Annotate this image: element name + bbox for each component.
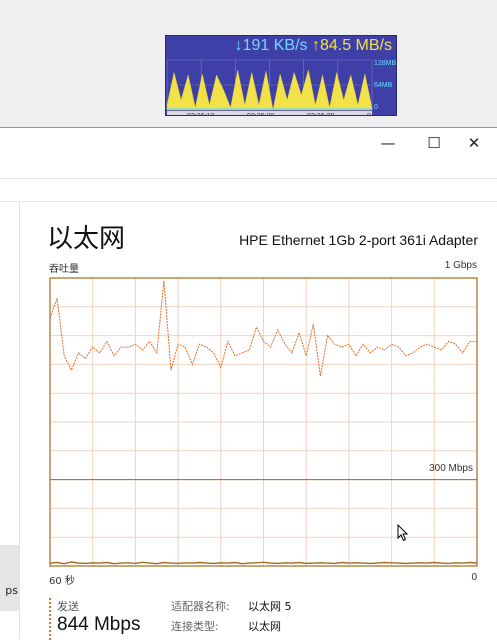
minimize-button[interactable]: — — [365, 128, 411, 158]
network-speed-widget: ↓191 KB/s ↑84.5 MB/s 128MB 64MB 0 03:36:10 0… — [165, 35, 397, 116]
connection-type-key: 连接类型: — [171, 620, 219, 633]
widget-time-label: 03:36:20 — [247, 113, 274, 116]
maximize-icon: ☐ — [427, 134, 441, 152]
network-speed-graph: 128MB 64MB 0 03:36:10 03:36:20 03:36:30 0 — [166, 58, 397, 116]
y-axis-label: 吞吐量 — [49, 264, 79, 275]
task-manager-window: — ☐ ✕ 秒 ps 以太网 HPE Ethernet 1Gb 2-port 3… — [0, 127, 497, 640]
widget-scale-label: 128MB — [374, 60, 397, 67]
send-label: 发送 — [57, 600, 79, 613]
mouse-cursor-icon — [397, 524, 409, 542]
title-bar: — ☐ ✕ — [0, 128, 497, 158]
adapter-name-key: 适配器名称: — [171, 600, 230, 613]
widget-time-label: 0 — [367, 113, 371, 116]
minimize-icon: — — [380, 134, 396, 152]
throughput-chart — [49, 277, 478, 567]
download-speed: ↓191 KB/s — [234, 37, 308, 54]
widget-scale-label: 0 — [374, 104, 378, 111]
widget-time-label: 03:36:10 — [187, 113, 214, 116]
y-axis-max-label: 1 Gbps — [444, 260, 477, 271]
sidebar: 秒 — [0, 202, 20, 639]
upload-speed: ↑84.5 MB/s — [311, 37, 392, 54]
send-value: 844 Mbps — [57, 614, 141, 635]
close-button[interactable]: ✕ — [451, 128, 497, 158]
widget-time-label: 03:36:30 — [307, 113, 334, 116]
desktop-strip: ↓191 KB/s ↑84.5 MB/s 128MB 64MB 0 03:36:10 0… — [0, 0, 497, 127]
sidebar-item-ethernet[interactable] — [0, 545, 19, 611]
page-title: 以太网 — [47, 224, 126, 254]
sidebar-item-label: ps — [5, 584, 18, 597]
x-axis-right-label: 0 — [471, 572, 477, 583]
adapter-name-value: 以太网 5 — [248, 600, 292, 613]
connection-type-value: 以太网 — [248, 620, 281, 633]
menu-bar — [0, 158, 497, 179]
x-axis-left-label: 60 秒 — [49, 576, 75, 587]
send-legend-marker — [49, 598, 51, 640]
widget-scale-label: 64MB — [374, 82, 393, 89]
tab-bar — [0, 179, 497, 202]
close-icon: ✕ — [467, 134, 481, 152]
adapter-name: HPE Ethernet 1Gb 2-port 361i Adapter — [239, 232, 478, 248]
scale-label: 300 Mbps — [429, 463, 473, 474]
network-speed-readout: ↓191 KB/s ↑84.5 MB/s — [235, 37, 392, 55]
